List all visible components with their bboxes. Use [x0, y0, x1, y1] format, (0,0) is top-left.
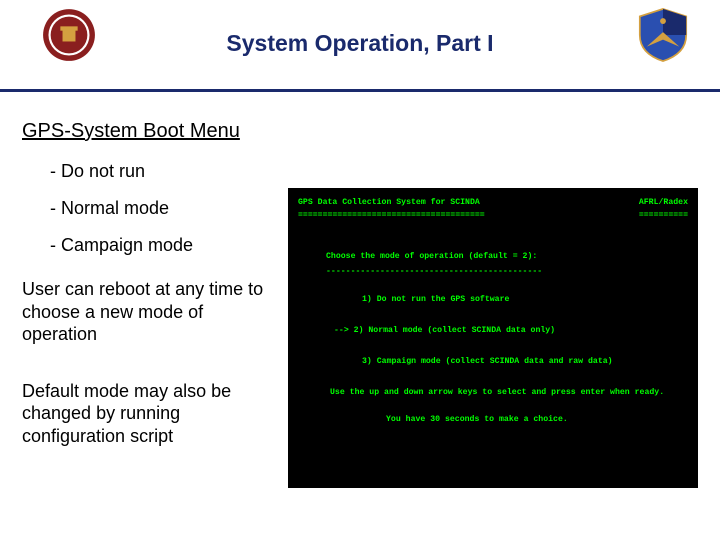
- terminal-option-1-text: 1) Do not run the GPS software: [362, 295, 509, 304]
- terminal-rule-right: ==========: [639, 209, 688, 222]
- university-seal-icon: [42, 8, 96, 62]
- bullet-do-not-run: - Do not run: [50, 161, 272, 182]
- terminal-prompt: Choose the mode of operation (default = …: [326, 250, 688, 263]
- terminal-title-right: AFRL/Radex: [639, 196, 688, 209]
- terminal-window: GPS Data Collection System for SCINDA AF…: [288, 188, 698, 488]
- terminal-title-left: GPS Data Collection System for SCINDA: [298, 196, 480, 209]
- boot-menu-bullets: - Do not run - Normal mode - Campaign mo…: [50, 161, 272, 256]
- terminal-option-3: 3) Campaign mode (collect SCINDA data an…: [326, 355, 688, 368]
- note-reboot: User can reboot at any time to choose a …: [22, 278, 272, 346]
- terminal-rule: ====================================== =…: [298, 209, 688, 222]
- terminal-instruction: Use the up and down arrow keys to select…: [326, 386, 688, 399]
- terminal-timer: You have 30 seconds to make a choice.: [326, 413, 688, 426]
- bullet-campaign-mode: - Campaign mode: [50, 235, 272, 256]
- terminal-separator: ----------------------------------------…: [326, 265, 688, 278]
- note-default-mode: Default mode may also be changed by runn…: [22, 380, 272, 448]
- terminal-body: Choose the mode of operation (default = …: [298, 250, 688, 426]
- terminal-option-3-text: 3) Campaign mode (collect SCINDA data an…: [362, 357, 613, 366]
- boot-menu-heading: GPS-System Boot Menu: [22, 120, 272, 143]
- terminal-option-1: 1) Do not run the GPS software: [326, 293, 688, 306]
- terminal-option-2: --> 2) Normal mode (collect SCINDA data …: [326, 324, 688, 337]
- terminal-rule-left: ======================================: [298, 209, 485, 222]
- slide-header: System Operation, Part I: [0, 0, 720, 92]
- left-column: GPS-System Boot Menu - Do not run - Norm…: [22, 120, 272, 447]
- terminal-option-2-text: --> 2) Normal mode (collect SCINDA data …: [334, 326, 555, 335]
- terminal-header: GPS Data Collection System for SCINDA AF…: [298, 196, 688, 209]
- afrl-shield-icon: [634, 6, 692, 64]
- slide-title: System Operation, Part I: [0, 0, 720, 57]
- bullet-normal-mode: - Normal mode: [50, 198, 272, 219]
- slide-body: GPS-System Boot Menu - Do not run - Norm…: [0, 92, 720, 120]
